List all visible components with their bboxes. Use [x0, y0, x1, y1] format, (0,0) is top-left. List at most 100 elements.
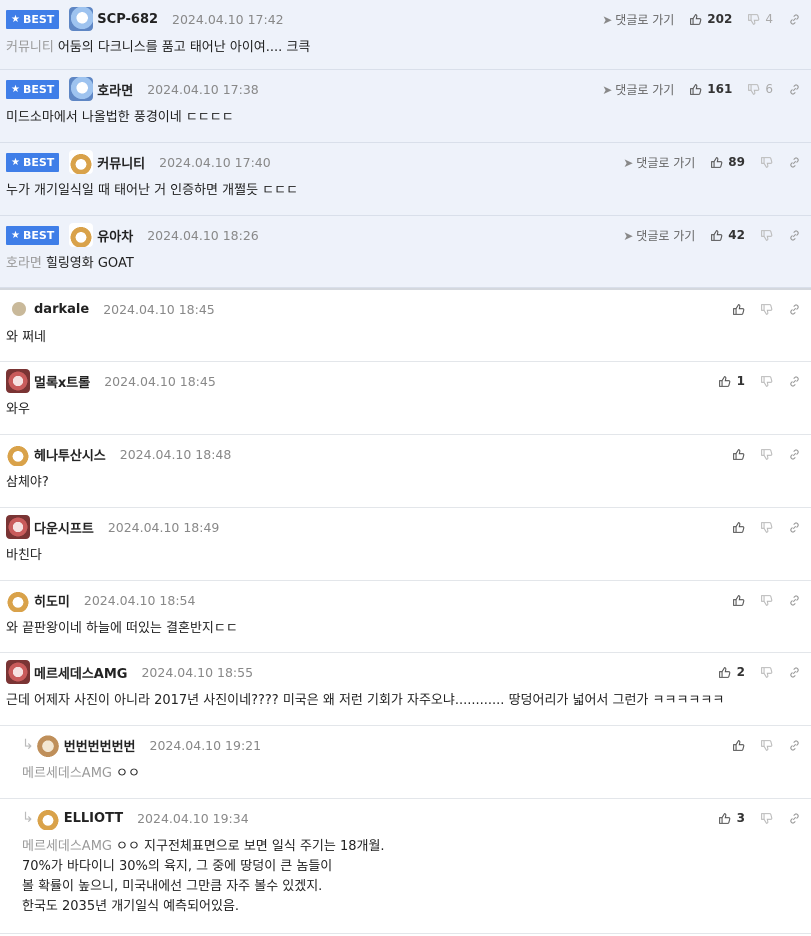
comment-actions: 1	[718, 374, 801, 388]
best-comment: ★ BEST 유아차 2024.04.10 18:26 ➤ 댓글로 가기 42 호라면 힐링영화…	[0, 216, 811, 288]
dislike-button[interactable]	[759, 228, 773, 242]
dislike-button[interactable]	[759, 447, 773, 461]
user-nickname[interactable]: ELLIOTT	[64, 811, 123, 826]
avatar[interactable]	[6, 588, 30, 612]
best-label: BEST	[22, 12, 55, 26]
go-to-comment-link[interactable]: ➤ 댓글로 가기	[623, 227, 695, 244]
comment-text: 미드소마에서 나올법한 풍경이네 ㄷㄷㄷㄷ	[6, 110, 234, 125]
comment-body: 메르세데스AMG ㅇㅇ 지구전체표면으로 보면 일식 주기는 18개월. 70%가 …	[22, 837, 801, 917]
comment-text: 근데 어제자 사진이 아니라 2017년 사진이네???? 미국은 왜 저런 기…	[6, 693, 725, 708]
avatar[interactable]	[69, 77, 94, 101]
reply-target-nickname[interactable]: 호라면	[6, 256, 42, 271]
user-nickname[interactable]: 멀록x트롤	[34, 372, 90, 391]
copy-link-button[interactable]	[787, 82, 801, 96]
copy-link-button[interactable]	[787, 738, 801, 752]
reply-comment: ↳ ELLIOTT 2024.04.10 19:34 3 메르세데스AMG ㅇㅇ 지구전체…	[0, 799, 811, 934]
avatar[interactable]	[6, 369, 30, 393]
copy-link-button[interactable]	[787, 155, 801, 169]
dislike-button[interactable]	[759, 302, 773, 316]
user-nickname[interactable]: 헤나투산시스	[34, 445, 106, 464]
like-button[interactable]	[731, 593, 745, 607]
like-button[interactable]	[731, 447, 745, 461]
user-nickname[interactable]: 메르세데스AMG	[34, 663, 127, 682]
like-button[interactable]	[731, 520, 745, 534]
best-badge: ★ BEST	[6, 225, 60, 245]
like-button[interactable]: 3	[718, 811, 745, 825]
best-comment: ★ BEST SCP-682 2024.04.10 17:42 ➤ 댓글로 가기 202 4 커…	[0, 0, 811, 70]
comment-date: 2024.04.10 19:34	[137, 810, 249, 826]
dislike-button[interactable]	[759, 155, 773, 169]
comment-header: 메르세데스AMG 2024.04.10 18:55 2	[6, 660, 801, 684]
copy-link-button[interactable]	[787, 811, 801, 825]
comment-text: 볼 확률이 높으니, 미국내에선 그만큼 자주 볼수 있겠지.	[22, 879, 323, 894]
avatar[interactable]	[69, 7, 94, 31]
dislike-button[interactable]	[759, 520, 773, 534]
like-count: 202	[707, 12, 733, 26]
user-nickname[interactable]: darkale	[34, 302, 89, 317]
comment-actions	[731, 738, 801, 752]
avatar[interactable]	[6, 515, 30, 539]
copy-link-button[interactable]	[787, 228, 801, 242]
avatar[interactable]	[12, 302, 26, 316]
dislike-button[interactable]	[759, 738, 773, 752]
dislike-button[interactable]: 6	[746, 82, 773, 96]
comment-actions	[731, 520, 801, 534]
copy-link-button[interactable]	[787, 447, 801, 461]
like-button[interactable]	[731, 302, 745, 316]
user-nickname[interactable]: 번번번번번번	[64, 736, 136, 755]
user-nickname[interactable]: 호라면	[97, 80, 133, 99]
comment-date: 2024.04.10 17:42	[172, 11, 284, 27]
comment-text: 바친다	[6, 548, 42, 563]
dislike-button[interactable]	[759, 811, 773, 825]
dislike-button[interactable]	[759, 593, 773, 607]
comment-date: 2024.04.10 18:26	[147, 227, 259, 243]
copy-link-button[interactable]	[787, 520, 801, 534]
user-nickname[interactable]: 다운시프트	[34, 518, 94, 537]
like-count: 3	[736, 811, 745, 825]
avatar[interactable]	[35, 806, 60, 830]
copy-link-button[interactable]	[787, 12, 801, 26]
reply-target-nickname[interactable]: 커뮤니티	[6, 40, 54, 55]
copy-link-button[interactable]	[787, 302, 801, 316]
link-icon	[787, 520, 801, 534]
avatar[interactable]	[6, 660, 30, 684]
copy-link-button[interactable]	[787, 374, 801, 388]
comment-body: 와 쩌네	[6, 328, 801, 348]
comment-body: 근데 어제자 사진이 아니라 2017년 사진이네???? 미국은 왜 저런 기…	[6, 691, 801, 711]
like-button[interactable]: 202	[688, 12, 732, 26]
user-nickname[interactable]: SCP-682	[97, 12, 158, 27]
dislike-button[interactable]: 4	[746, 12, 773, 26]
comment-list: ★ BEST SCP-682 2024.04.10 17:42 ➤ 댓글로 가기 202 4 커…	[0, 0, 811, 934]
avatar[interactable]	[6, 442, 30, 466]
like-count: 42	[728, 228, 745, 242]
go-to-comment-label: 댓글로 가기	[615, 82, 675, 97]
user-nickname[interactable]: 커뮤니티	[97, 153, 145, 172]
copy-link-button[interactable]	[787, 665, 801, 679]
comment-header: 멀록x트롤 2024.04.10 18:45 1	[6, 369, 801, 393]
copy-link-button[interactable]	[787, 593, 801, 607]
go-to-comment-link[interactable]: ➤ 댓글로 가기	[602, 11, 674, 28]
dislike-button[interactable]	[759, 665, 773, 679]
like-button[interactable]	[731, 738, 745, 752]
comment: 다운시프트 2024.04.10 18:49 바친다	[0, 508, 811, 581]
link-icon	[787, 12, 801, 26]
reply-target-nickname[interactable]: 메르세데스AMG	[22, 766, 112, 781]
thumbs-down-icon	[759, 302, 773, 316]
user-nickname[interactable]: 히도미	[34, 591, 70, 610]
go-to-comment-link[interactable]: ➤ 댓글로 가기	[602, 81, 674, 98]
avatar[interactable]	[35, 733, 60, 757]
like-button[interactable]: 2	[718, 665, 745, 679]
like-button[interactable]: 1	[718, 374, 745, 388]
go-to-comment-link[interactable]: ➤ 댓글로 가기	[623, 154, 695, 171]
like-button[interactable]: 89	[709, 155, 745, 169]
like-button[interactable]: 42	[709, 228, 745, 242]
avatar[interactable]	[69, 223, 94, 247]
like-button[interactable]: 161	[688, 82, 732, 96]
user-nickname[interactable]: 유아차	[97, 226, 133, 245]
comment-body: 바친다	[6, 546, 801, 566]
reply-target-nickname[interactable]: 메르세데스AMG	[22, 839, 112, 854]
avatar[interactable]	[69, 150, 94, 174]
link-icon	[787, 738, 801, 752]
best-comment: ★ BEST 호라면 2024.04.10 17:38 ➤ 댓글로 가기 161 6 미드소마에…	[0, 70, 811, 143]
dislike-button[interactable]	[759, 374, 773, 388]
